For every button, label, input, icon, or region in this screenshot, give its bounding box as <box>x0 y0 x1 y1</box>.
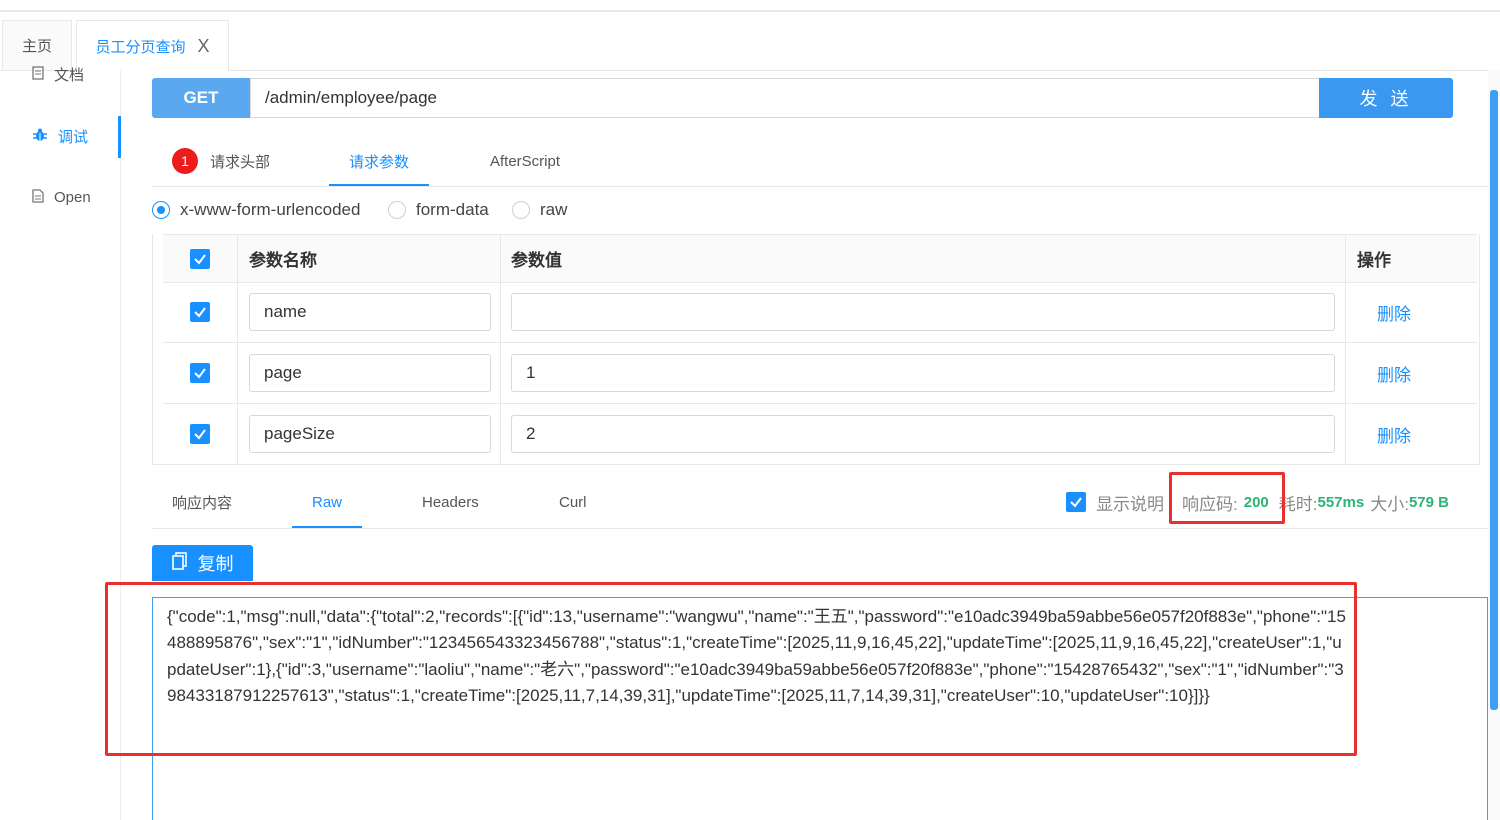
params-table-header: 参数名称 参数值 操作 <box>163 234 1477 283</box>
time-value: 557ms <box>1317 493 1365 511</box>
row-checkbox[interactable] <box>190 302 210 322</box>
radio-form-data[interactable]: form-data <box>388 200 489 220</box>
doc-icon <box>32 66 44 83</box>
tab-afterscript[interactable]: AfterScript <box>490 138 560 184</box>
tab-response-headers-label: Headers <box>422 493 479 511</box>
sidebar-item-open-label: Open <box>54 189 91 206</box>
show-desc-label: 显示说明 <box>1096 494 1164 514</box>
sidebar-item-doc[interactable]: 文档 <box>32 64 84 85</box>
select-all-checkbox[interactable] <box>190 248 210 269</box>
param-value-input[interactable]: 1 <box>511 354 1335 392</box>
copy-button[interactable]: 复制 <box>152 545 253 581</box>
tab-response-content[interactable]: 响应内容 <box>172 478 232 526</box>
copy-icon <box>171 551 188 575</box>
radio-label: raw <box>540 200 568 219</box>
param-value-input[interactable] <box>511 293 1335 331</box>
sidebar-item-debug-label: 调试 <box>58 129 89 146</box>
delete-link[interactable]: 删除 <box>1377 282 1411 342</box>
sidebar: 文档 调试 Open <box>0 66 121 820</box>
delete-link[interactable]: 删除 <box>1377 404 1411 464</box>
tab-request-params[interactable]: 请求参数 <box>329 138 429 186</box>
sidebar-item-doc-label: 文档 <box>54 67 85 84</box>
sidebar-item-debug[interactable]: 调试 <box>32 126 88 147</box>
tab-employee-page-query[interactable]: 员工分页查询 X <box>76 20 229 71</box>
delete-link[interactable]: 删除 <box>1377 343 1411 403</box>
tab-afterscript-label: AfterScript <box>490 152 561 170</box>
headers-count-badge: 1 <box>172 148 198 174</box>
radio-x-www-form-urlencoded[interactable]: x-www-form-urlencoded <box>152 200 360 220</box>
radio-label: form-data <box>416 200 489 219</box>
tab-request-headers[interactable]: 1 请求头部 <box>172 138 270 184</box>
status-code-highlight <box>1169 472 1285 524</box>
tab-response-raw-label: Raw <box>311 493 342 511</box>
row-checkbox[interactable] <box>190 363 210 383</box>
sidebar-item-open[interactable]: Open <box>32 189 91 206</box>
radio-circle[interactable] <box>388 201 406 219</box>
param-name-input[interactable]: page <box>249 354 491 392</box>
url-input[interactable]: /admin/employee/page <box>250 78 1334 118</box>
tab-active-label: 员工分页查询 <box>95 38 186 56</box>
show-desc-checkbox[interactable] <box>1066 492 1086 512</box>
param-name-input[interactable]: name <box>249 293 491 331</box>
copy-button-label: 复制 <box>197 554 234 574</box>
radio-circle[interactable] <box>512 201 530 219</box>
file-icon <box>32 189 44 206</box>
send-button[interactable]: 发 送 <box>1319 78 1453 118</box>
size-label: 大小: <box>1370 494 1409 514</box>
row-checkbox[interactable] <box>190 424 210 444</box>
sidebar-active-indicator <box>118 116 121 158</box>
tab-response-raw[interactable]: Raw <box>292 478 362 528</box>
params-table: 参数名称 参数值 操作 name 删除 page 1 删除 pageSize 2… <box>152 234 1480 465</box>
size-value: 579 B <box>1408 493 1449 511</box>
close-icon[interactable]: X <box>198 36 210 57</box>
tab-bar: 主页 员工分页查询 X <box>0 12 1500 71</box>
radio-label: x-www-form-urlencoded <box>180 200 361 219</box>
tab-response-content-label: 响应内容 <box>172 494 233 512</box>
tab-home-label: 主页 <box>21 38 52 55</box>
header-param-value: 参数值 <box>511 251 562 270</box>
tab-home[interactable]: 主页 <box>2 20 72 70</box>
tab-request-headers-label: 请求头部 <box>210 153 271 171</box>
table-row: name 删除 <box>163 282 1477 343</box>
bug-icon <box>32 127 48 146</box>
method-select[interactable]: GET <box>152 78 250 118</box>
table-row: pageSize 2 删除 <box>163 404 1477 464</box>
tab-response-curl[interactable]: Curl <box>559 478 587 526</box>
radio-circle-selected[interactable] <box>152 201 170 219</box>
radio-raw[interactable]: raw <box>512 200 567 220</box>
header-param-name: 参数名称 <box>249 251 317 270</box>
response-body-highlight <box>105 582 1357 756</box>
tab-response-curl-label: Curl <box>559 493 587 511</box>
request-url-bar: GET /admin/employee/page 发 送 <box>152 78 1453 118</box>
scrollbar-thumb[interactable] <box>1490 90 1498 710</box>
header-action: 操作 <box>1357 251 1391 270</box>
request-tabs: 1 请求头部 请求参数 AfterScript <box>152 138 1488 187</box>
table-row: page 1 删除 <box>163 343 1477 404</box>
param-name-input[interactable]: pageSize <box>249 415 491 453</box>
param-value-input[interactable]: 2 <box>511 415 1335 453</box>
tab-request-params-label: 请求参数 <box>348 153 409 171</box>
tab-response-headers[interactable]: Headers <box>422 478 479 526</box>
